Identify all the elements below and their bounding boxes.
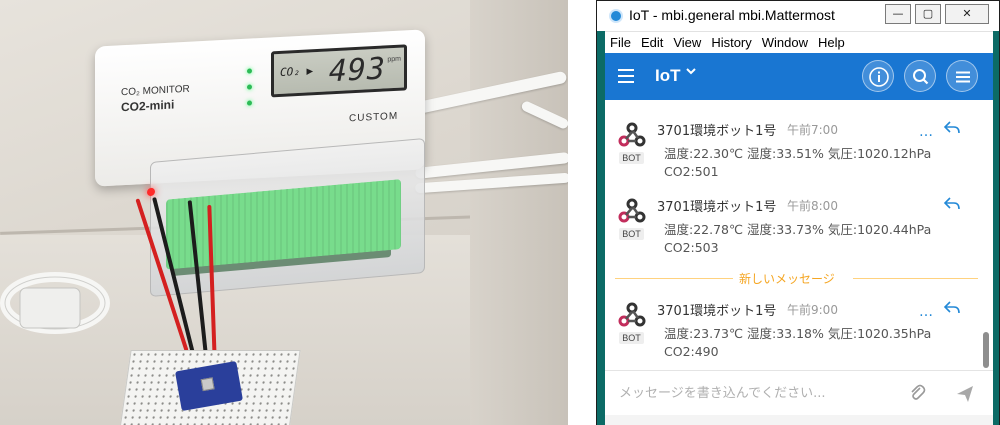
more-actions-icon[interactable]: … — [919, 304, 934, 320]
lcd-label: CO₂ ▶ — [280, 64, 314, 79]
monitor-brand: CO₂ MONITOR — [121, 83, 190, 99]
menu-edit[interactable]: Edit — [636, 32, 668, 53]
menu-window[interactable]: Window — [757, 32, 813, 53]
reply-arrow-icon[interactable] — [943, 300, 961, 316]
channel-header: IoT — [605, 53, 993, 100]
device-photo: CO₂ MONITOR CO2-mini CO₂ ▶ 493 ppm CUSTO… — [0, 0, 568, 425]
status-leds — [247, 68, 252, 116]
channel-menu-button[interactable] — [946, 60, 978, 92]
bot-badge: BOT — [619, 228, 644, 240]
monitor-model: CO2-mini — [121, 97, 175, 115]
cable-coil — [0, 272, 110, 334]
menu-view[interactable]: View — [668, 32, 706, 53]
webhook-bot-avatar-icon[interactable] — [617, 196, 647, 226]
maximize-button[interactable]: ▢ — [915, 4, 941, 24]
reply-arrow-icon[interactable] — [943, 120, 961, 136]
mattermost-app-icon — [609, 9, 623, 23]
info-icon — [869, 67, 889, 87]
channel-name[interactable]: IoT — [655, 66, 681, 86]
post-author[interactable]: 3701環境ボット1号 — [657, 120, 776, 139]
new-messages-separator: 新しいメッセージ — [605, 270, 980, 286]
send-icon[interactable] — [955, 384, 975, 404]
post-message-line: CO2:490 — [664, 344, 719, 359]
post: BOT 3701環境ボット1号 午前9:00 … 温度:23.73℃ 湿度:33… — [605, 296, 985, 366]
menu-history[interactable]: History — [706, 32, 756, 53]
lcd-display: CO₂ ▶ 493 ppm — [271, 44, 407, 98]
message-input[interactable] — [609, 376, 899, 410]
wall-edge — [470, 0, 568, 425]
webhook-bot-avatar-icon[interactable] — [617, 120, 647, 150]
menu-help[interactable]: Help — [813, 32, 850, 53]
window-title: IoT - mbi.general mbi.Mattermost — [629, 7, 835, 23]
webhook-bot-avatar-icon[interactable] — [617, 300, 647, 330]
bot-badge: BOT — [619, 152, 644, 164]
post-list: BOT 3701環境ボット1号 午前7:00 … 温度:22.30℃ 湿度:33… — [605, 100, 993, 370]
close-button[interactable]: ✕ — [945, 4, 989, 24]
mattermost-window: IoT - mbi.general mbi.Mattermost — ▢ ✕ F… — [596, 0, 1000, 425]
attachment-paperclip-icon[interactable] — [907, 383, 927, 403]
post: BOT 3701環境ボット1号 午前7:00 … 温度:22.30℃ 湿度:33… — [605, 116, 985, 186]
post-message-line: CO2:501 — [664, 164, 719, 179]
bot-badge: BOT — [619, 332, 644, 344]
info-button[interactable] — [862, 60, 894, 92]
menu-bar: File Edit View History Window Help — [605, 31, 993, 53]
post-time[interactable]: 午前7:00 — [787, 121, 838, 138]
post: BOT 3701環境ボット1号 午前8:00 温度:22.78℃ 湿度:33.7… — [605, 192, 985, 262]
chevron-down-icon[interactable] — [685, 65, 697, 81]
message-composer — [605, 370, 993, 415]
post-message-line: 温度:22.30℃ 湿度:33.51% 気圧:1020.12hPa — [664, 146, 932, 161]
title-bar: IoT - mbi.general mbi.Mattermost — ▢ ✕ — [597, 1, 999, 31]
minimize-button[interactable]: — — [885, 4, 911, 24]
reply-arrow-icon[interactable] — [943, 196, 961, 212]
menu-icon — [956, 71, 970, 83]
post-author[interactable]: 3701環境ボット1号 — [657, 196, 776, 215]
window-frame — [993, 31, 999, 425]
search-button[interactable] — [904, 60, 936, 92]
search-icon — [913, 69, 929, 85]
window-bottom-strip — [605, 415, 993, 425]
post-time[interactable]: 午前9:00 — [787, 301, 838, 318]
new-messages-label: 新しいメッセージ — [739, 272, 835, 286]
more-actions-icon[interactable]: … — [919, 124, 934, 140]
post-time[interactable]: 午前8:00 — [787, 197, 838, 214]
post-author[interactable]: 3701環境ボット1号 — [657, 300, 776, 319]
sidebar-toggle-icon[interactable] — [618, 69, 634, 83]
menu-file[interactable]: File — [605, 32, 636, 53]
lcd-unit: ppm — [387, 55, 401, 64]
post-message-line: CO2:503 — [664, 240, 719, 255]
lcd-reading: 493 — [328, 51, 386, 90]
power-led — [147, 187, 155, 197]
post-list-scrollbar[interactable] — [983, 332, 989, 368]
post-message-line: 温度:22.78℃ 湿度:33.73% 気圧:1020.44hPa — [664, 222, 932, 237]
window-frame — [597, 31, 605, 425]
monitor-maker: CUSTOM — [349, 110, 399, 125]
post-message-line: 温度:23.73℃ 湿度:33.18% 気圧:1020.35hPa — [664, 326, 932, 341]
